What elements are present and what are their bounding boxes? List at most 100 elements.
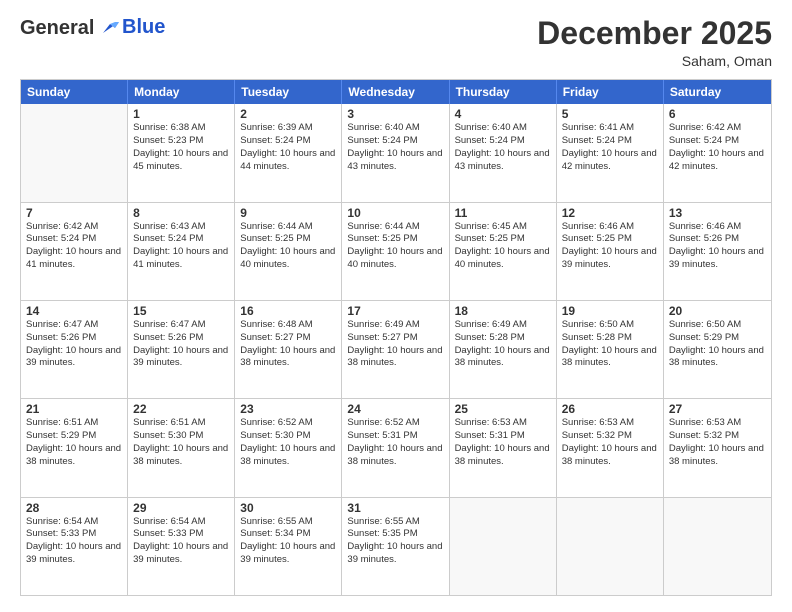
- day-cell-6: 6Sunrise: 6:42 AMSunset: 5:24 PMDaylight…: [664, 104, 771, 201]
- day-number: 19: [562, 304, 658, 318]
- day-info: Sunrise: 6:51 AMSunset: 5:29 PMDaylight:…: [26, 417, 122, 468]
- day-number: 27: [669, 402, 766, 416]
- day-number: 6: [669, 107, 766, 121]
- day-number: 18: [455, 304, 551, 318]
- day-number: 23: [240, 402, 336, 416]
- day-number: 29: [133, 501, 229, 515]
- day-number: 21: [26, 402, 122, 416]
- day-cell-17: 17Sunrise: 6:49 AMSunset: 5:27 PMDayligh…: [342, 301, 449, 398]
- header-day-monday: Monday: [128, 80, 235, 104]
- day-info: Sunrise: 6:42 AMSunset: 5:24 PMDaylight:…: [26, 221, 122, 272]
- day-number: 1: [133, 107, 229, 121]
- day-info: Sunrise: 6:47 AMSunset: 5:26 PMDaylight:…: [133, 319, 229, 370]
- day-cell-3: 3Sunrise: 6:40 AMSunset: 5:24 PMDaylight…: [342, 104, 449, 201]
- day-info: Sunrise: 6:52 AMSunset: 5:31 PMDaylight:…: [347, 417, 443, 468]
- day-cell-12: 12Sunrise: 6:46 AMSunset: 5:25 PMDayligh…: [557, 203, 664, 300]
- day-number: 14: [26, 304, 122, 318]
- calendar-body: 1Sunrise: 6:38 AMSunset: 5:23 PMDaylight…: [21, 104, 771, 595]
- day-cell-27: 27Sunrise: 6:53 AMSunset: 5:32 PMDayligh…: [664, 399, 771, 496]
- header: General Blue December 2025 Saham, Oman: [20, 16, 772, 69]
- day-info: Sunrise: 6:40 AMSunset: 5:24 PMDaylight:…: [347, 122, 443, 173]
- day-info: Sunrise: 6:43 AMSunset: 5:24 PMDaylight:…: [133, 221, 229, 272]
- day-info: Sunrise: 6:51 AMSunset: 5:30 PMDaylight:…: [133, 417, 229, 468]
- day-cell-10: 10Sunrise: 6:44 AMSunset: 5:25 PMDayligh…: [342, 203, 449, 300]
- day-info: Sunrise: 6:50 AMSunset: 5:28 PMDaylight:…: [562, 319, 658, 370]
- day-number: 24: [347, 402, 443, 416]
- day-info: Sunrise: 6:54 AMSunset: 5:33 PMDaylight:…: [133, 516, 229, 567]
- day-number: 25: [455, 402, 551, 416]
- day-cell-14: 14Sunrise: 6:47 AMSunset: 5:26 PMDayligh…: [21, 301, 128, 398]
- day-number: 26: [562, 402, 658, 416]
- day-cell-19: 19Sunrise: 6:50 AMSunset: 5:28 PMDayligh…: [557, 301, 664, 398]
- day-number: 5: [562, 107, 658, 121]
- day-info: Sunrise: 6:41 AMSunset: 5:24 PMDaylight:…: [562, 122, 658, 173]
- day-info: Sunrise: 6:53 AMSunset: 5:32 PMDaylight:…: [562, 417, 658, 468]
- calendar-week-5: 28 Sunrise: 6:54 AMSunset: 5:33 PMDayligh…: [21, 497, 771, 595]
- day-number: 8: [133, 206, 229, 220]
- page: General Blue December 2025 Saham, Oman S…: [0, 0, 792, 612]
- empty-cell: [557, 498, 664, 595]
- day-info: Sunrise: 6:46 AMSunset: 5:25 PMDaylight:…: [562, 221, 658, 272]
- day-cell-29: 29Sunrise: 6:54 AMSunset: 5:33 PMDayligh…: [128, 498, 235, 595]
- header-day-saturday: Saturday: [664, 80, 771, 104]
- logo: General Blue: [20, 16, 165, 39]
- day-number: 11: [455, 206, 551, 220]
- day-number: 17: [347, 304, 443, 318]
- calendar-week-3: 14Sunrise: 6:47 AMSunset: 5:26 PMDayligh…: [21, 300, 771, 398]
- day-number: 22: [133, 402, 229, 416]
- logo-text: General Blue: [20, 16, 165, 39]
- logo-bird-icon: [101, 19, 119, 37]
- day-cell-8: 8Sunrise: 6:43 AMSunset: 5:24 PMDaylight…: [128, 203, 235, 300]
- day-cell-23: 23Sunrise: 6:52 AMSunset: 5:30 PMDayligh…: [235, 399, 342, 496]
- day-number: 15: [133, 304, 229, 318]
- day-number: 30: [240, 501, 336, 515]
- day-number: 12: [562, 206, 658, 220]
- day-number: 31: [347, 501, 443, 515]
- header-day-sunday: Sunday: [21, 80, 128, 104]
- day-number: 2: [240, 107, 336, 121]
- calendar: SundayMondayTuesdayWednesdayThursdayFrid…: [20, 79, 772, 596]
- day-number: 16: [240, 304, 336, 318]
- day-info: Sunrise: 6:52 AMSunset: 5:30 PMDaylight:…: [240, 417, 336, 468]
- header-day-thursday: Thursday: [450, 80, 557, 104]
- calendar-week-4: 21Sunrise: 6:51 AMSunset: 5:29 PMDayligh…: [21, 398, 771, 496]
- day-cell-11: 11Sunrise: 6:45 AMSunset: 5:25 PMDayligh…: [450, 203, 557, 300]
- day-cell-21: 21Sunrise: 6:51 AMSunset: 5:29 PMDayligh…: [21, 399, 128, 496]
- day-cell-22: 22Sunrise: 6:51 AMSunset: 5:30 PMDayligh…: [128, 399, 235, 496]
- day-cell-13: 13Sunrise: 6:46 AMSunset: 5:26 PMDayligh…: [664, 203, 771, 300]
- title-block: December 2025 Saham, Oman: [537, 16, 772, 69]
- day-cell-24: 24Sunrise: 6:52 AMSunset: 5:31 PMDayligh…: [342, 399, 449, 496]
- day-number: 4: [455, 107, 551, 121]
- empty-cell: [450, 498, 557, 595]
- day-cell-30: 30Sunrise: 6:55 AMSunset: 5:34 PMDayligh…: [235, 498, 342, 595]
- day-info: Sunrise: 6:55 AMSunset: 5:35 PMDaylight:…: [347, 516, 443, 567]
- day-number: 3: [347, 107, 443, 121]
- day-info: Sunrise: 6:50 AMSunset: 5:29 PMDaylight:…: [669, 319, 766, 370]
- day-info: Sunrise: 6:40 AMSunset: 5:24 PMDaylight:…: [455, 122, 551, 173]
- header-day-wednesday: Wednesday: [342, 80, 449, 104]
- day-number: 7: [26, 206, 122, 220]
- day-cell-2: 2Sunrise: 6:39 AMSunset: 5:24 PMDaylight…: [235, 104, 342, 201]
- calendar-header: SundayMondayTuesdayWednesdayThursdayFrid…: [21, 80, 771, 104]
- day-info: Sunrise: 6:42 AMSunset: 5:24 PMDaylight:…: [669, 122, 766, 173]
- header-day-tuesday: Tuesday: [235, 80, 342, 104]
- day-cell-1: 1Sunrise: 6:38 AMSunset: 5:23 PMDaylight…: [128, 104, 235, 201]
- day-cell-9: 9Sunrise: 6:44 AMSunset: 5:25 PMDaylight…: [235, 203, 342, 300]
- calendar-week-1: 1Sunrise: 6:38 AMSunset: 5:23 PMDaylight…: [21, 104, 771, 201]
- day-number: 28: [26, 501, 122, 515]
- day-info: Sunrise: 6:53 AMSunset: 5:31 PMDaylight:…: [455, 417, 551, 468]
- day-cell-4: 4Sunrise: 6:40 AMSunset: 5:24 PMDaylight…: [450, 104, 557, 201]
- day-info: Sunrise: 6:53 AMSunset: 5:32 PMDaylight:…: [669, 417, 766, 468]
- day-number: 10: [347, 206, 443, 220]
- day-info: Sunrise: 6:39 AMSunset: 5:24 PMDaylight:…: [240, 122, 336, 173]
- day-number: 20: [669, 304, 766, 318]
- day-cell-28: 28Sunrise: 6:54 AMSunset: 5:33 PMDayligh…: [21, 498, 128, 595]
- day-info: Sunrise: 6:49 AMSunset: 5:28 PMDaylight:…: [455, 319, 551, 370]
- day-cell-7: 7Sunrise: 6:42 AMSunset: 5:24 PMDaylight…: [21, 203, 128, 300]
- day-number: 9: [240, 206, 336, 220]
- empty-cell: [21, 104, 128, 201]
- day-info: Sunrise: 6:48 AMSunset: 5:27 PMDaylight:…: [240, 319, 336, 370]
- logo-blue: Blue: [122, 16, 165, 39]
- day-info: Sunrise: 6:47 AMSunset: 5:26 PMDaylight:…: [26, 319, 122, 370]
- empty-cell: [664, 498, 771, 595]
